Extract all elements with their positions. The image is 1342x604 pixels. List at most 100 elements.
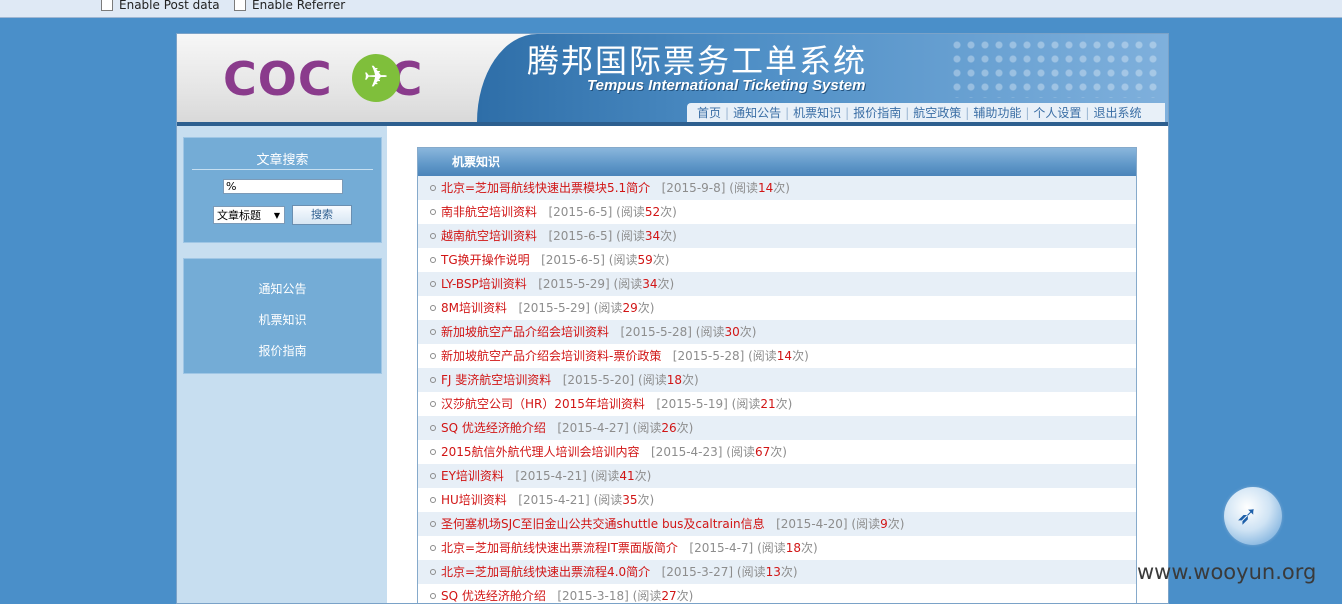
bullet-icon — [430, 545, 436, 551]
list-item: 北京=芝加哥航线快速出票流程4.0简介 [2015-3-27] (阅读13次) — [418, 560, 1136, 584]
article-meta: [2015-5-20] (阅读18次) — [562, 373, 699, 387]
nav-notices[interactable]: 通知公告 — [729, 104, 785, 121]
list-item: 越南航空培训资料 [2015-6-5] (阅读34次) — [418, 224, 1136, 248]
article-meta: [2015-4-21] (阅读35次) — [518, 493, 655, 507]
system-title-cn: 腾邦国际票务工单系统 — [527, 42, 868, 80]
nav-quote-guide[interactable]: 报价指南 — [849, 104, 905, 121]
bullet-icon — [430, 209, 436, 215]
article-list-panel: 机票知识 北京=芝加哥航线快速出票模块5.1简介 [2015-9-8] (阅读1… — [417, 147, 1137, 603]
article-title-link[interactable]: TG换开操作说明 [2015-6-5] (阅读59次) — [441, 248, 669, 272]
list-item: 2015航信外航代理人培训会培训内容 [2015-4-23] (阅读67次) — [418, 440, 1136, 464]
list-item: TG换开操作说明 [2015-6-5] (阅读59次) — [418, 248, 1136, 272]
list-item: EY培训资料 [2015-4-21] (阅读41次) — [418, 464, 1136, 488]
enable-referrer-option[interactable]: Enable Referrer — [234, 0, 345, 12]
article-title-link[interactable]: 新加坡航空产品介绍会培训资料 [2015-5-28] (阅读30次) — [441, 320, 756, 344]
article-title-link[interactable]: 北京=芝加哥航线快速出票流程IT票面版简介 [2015-4-7] (阅读18次) — [441, 536, 818, 560]
list-item: SQ 优选经济舱介绍 [2015-4-27] (阅读26次) — [418, 416, 1136, 440]
search-button[interactable]: 搜索 — [292, 205, 352, 225]
list-item: 北京=芝加哥航线快速出票流程IT票面版简介 [2015-4-7] (阅读18次) — [418, 536, 1136, 560]
list-item: 8M培训资料 [2015-5-29] (阅读29次) — [418, 296, 1136, 320]
article-title-link[interactable]: HU培训资料 [2015-4-21] (阅读35次) — [441, 488, 654, 512]
article-title-link[interactable]: SQ 优选经济舱介绍 [2015-4-27] (阅读26次) — [441, 416, 693, 440]
article-meta: [2015-5-28] (阅读14次) — [672, 349, 809, 363]
list-item: 南非航空培训资料 [2015-6-5] (阅读52次) — [418, 200, 1136, 224]
nav-airline-policy[interactable]: 航空政策 — [909, 104, 965, 121]
article-meta: [2015-5-19] (阅读21次) — [656, 397, 793, 411]
menu-item-ticket-knowledge[interactable]: 机票知识 — [184, 311, 381, 328]
article-meta: [2015-5-29] (阅读34次) — [538, 277, 675, 291]
toolbar: Enable Post data Enable Referrer — [0, 0, 1342, 18]
bullet-icon — [430, 425, 436, 431]
bullet-icon — [430, 593, 436, 599]
bullet-icon — [430, 233, 436, 239]
bullet-icon — [430, 377, 436, 383]
chevron-down-icon: ▼ — [273, 211, 280, 220]
list-item: 北京=芝加哥航线快速出票模块5.1简介 [2015-9-8] (阅读14次) — [418, 176, 1136, 200]
article-meta: [2015-4-21] (阅读41次) — [515, 469, 652, 483]
article-meta: [2015-4-27] (阅读26次) — [557, 421, 694, 435]
article-title-link[interactable]: 南非航空培训资料 [2015-6-5] (阅读52次) — [441, 200, 677, 224]
bullet-icon — [430, 305, 436, 311]
system-title-en: Tempus International Ticketing System — [587, 77, 866, 94]
list-item: 汉莎航空公司（HR）2015年培训资料 [2015-5-19] (阅读21次) — [418, 392, 1136, 416]
list-item: FJ 斐济航空培训资料 [2015-5-20] (阅读18次) — [418, 368, 1136, 392]
decorative-grid — [950, 38, 1160, 98]
list-item: 新加坡航空产品介绍会培训资料 [2015-5-28] (阅读30次) — [418, 320, 1136, 344]
bullet-icon — [430, 401, 436, 407]
search-input[interactable]: % — [223, 179, 343, 194]
article-meta: [2015-6-5] (阅读52次) — [548, 205, 677, 219]
bullet-icon — [430, 281, 436, 287]
article-meta: [2015-5-29] (阅读29次) — [518, 301, 655, 315]
nav-ticket-knowledge[interactable]: 机票知识 — [789, 104, 845, 121]
wooyun-bird-logo: ➶ — [1224, 487, 1282, 545]
article-title-link[interactable]: 北京=芝加哥航线快速出票流程4.0简介 [2015-3-27] (阅读13次) — [441, 560, 798, 584]
list-item: 圣何塞机场SJC至旧金山公共交通shuttle bus及caltrain信息 [… — [418, 512, 1136, 536]
article-title-link[interactable]: SQ 优选经济舱介绍 [2015-3-18] (阅读27次) — [441, 584, 693, 603]
article-title-link[interactable]: 圣何塞机场SJC至旧金山公共交通shuttle bus及caltrain信息 [… — [441, 512, 904, 536]
nav-tools[interactable]: 辅助功能 — [969, 104, 1025, 121]
enable-referrer-checkbox[interactable] — [234, 0, 246, 11]
search-field-select[interactable]: 文章标题 ▼ — [213, 206, 285, 224]
list-item: SQ 优选经济舱介绍 [2015-3-18] (阅读27次) — [418, 584, 1136, 603]
article-title-link[interactable]: 北京=芝加哥航线快速出票模块5.1简介 [2015-9-8] (阅读14次) — [441, 176, 790, 200]
nav-logout[interactable]: 退出系统 — [1089, 104, 1145, 121]
article-title-link[interactable]: EY培训资料 [2015-4-21] (阅读41次) — [441, 464, 651, 488]
list-item: 新加坡航空产品介绍会培训资料-票价政策 [2015-5-28] (阅读14次) — [418, 344, 1136, 368]
bullet-icon — [430, 569, 436, 575]
bullet-icon — [430, 473, 436, 479]
watermark-text: www.wooyun.org — [1137, 560, 1317, 584]
bullet-icon — [430, 521, 436, 527]
article-title-link[interactable]: 新加坡航空产品介绍会培训资料-票价政策 [2015-5-28] (阅读14次) — [441, 344, 809, 368]
bullet-icon — [430, 497, 436, 503]
bullet-icon — [430, 185, 436, 191]
divider — [192, 169, 373, 170]
bullet-icon — [430, 329, 436, 335]
menu-item-quote-guide[interactable]: 报价指南 — [184, 342, 381, 359]
bullet-icon — [430, 449, 436, 455]
article-title-link[interactable]: FJ 斐济航空培训资料 [2015-5-20] (阅读18次) — [441, 368, 699, 392]
bullet-icon — [430, 257, 436, 263]
article-meta: [2015-9-8] (阅读14次) — [661, 181, 790, 195]
search-panel-title: 文章搜索 — [256, 153, 309, 168]
menu-item-notices[interactable]: 通知公告 — [184, 280, 381, 297]
article-meta: [2015-4-20] (阅读9次) — [776, 517, 905, 531]
sidebar: 文章搜索 % 文章标题 ▼ 搜索 通知公告 机票知识 报价指南 — [177, 126, 387, 603]
enable-post-data-label: Enable Post data — [119, 0, 220, 12]
search-field-selected: 文章标题 — [217, 209, 261, 222]
article-meta: [2015-3-27] (阅读13次) — [661, 565, 798, 579]
article-title-link[interactable]: 2015航信外航代理人培训会培训内容 [2015-4-23] (阅读67次) — [441, 440, 787, 464]
main-frame: COC C ✈ 腾邦国际票务工单系统 Tempus International T… — [176, 33, 1169, 604]
enable-post-data-option[interactable]: Enable Post data — [101, 0, 220, 12]
enable-post-data-checkbox[interactable] — [101, 0, 113, 11]
article-search-panel: 文章搜索 % 文章标题 ▼ 搜索 — [183, 137, 382, 243]
article-title-link[interactable]: 8M培训资料 [2015-5-29] (阅读29次) — [441, 296, 654, 320]
nav-settings[interactable]: 个人设置 — [1029, 104, 1085, 121]
list-item: LY-BSP培训资料 [2015-5-29] (阅读34次) — [418, 272, 1136, 296]
article-title-link[interactable]: 越南航空培训资料 [2015-6-5] (阅读34次) — [441, 224, 677, 248]
list-item: HU培训资料 [2015-4-21] (阅读35次) — [418, 488, 1136, 512]
nav-home[interactable]: 首页 — [693, 104, 725, 121]
article-meta: [2015-5-28] (阅读30次) — [620, 325, 757, 339]
enable-referrer-label: Enable Referrer — [252, 0, 346, 12]
article-title-link[interactable]: LY-BSP培训资料 [2015-5-29] (阅读34次) — [441, 272, 674, 296]
article-title-link[interactable]: 汉莎航空公司（HR）2015年培训资料 [2015-5-19] (阅读21次) — [441, 392, 792, 416]
